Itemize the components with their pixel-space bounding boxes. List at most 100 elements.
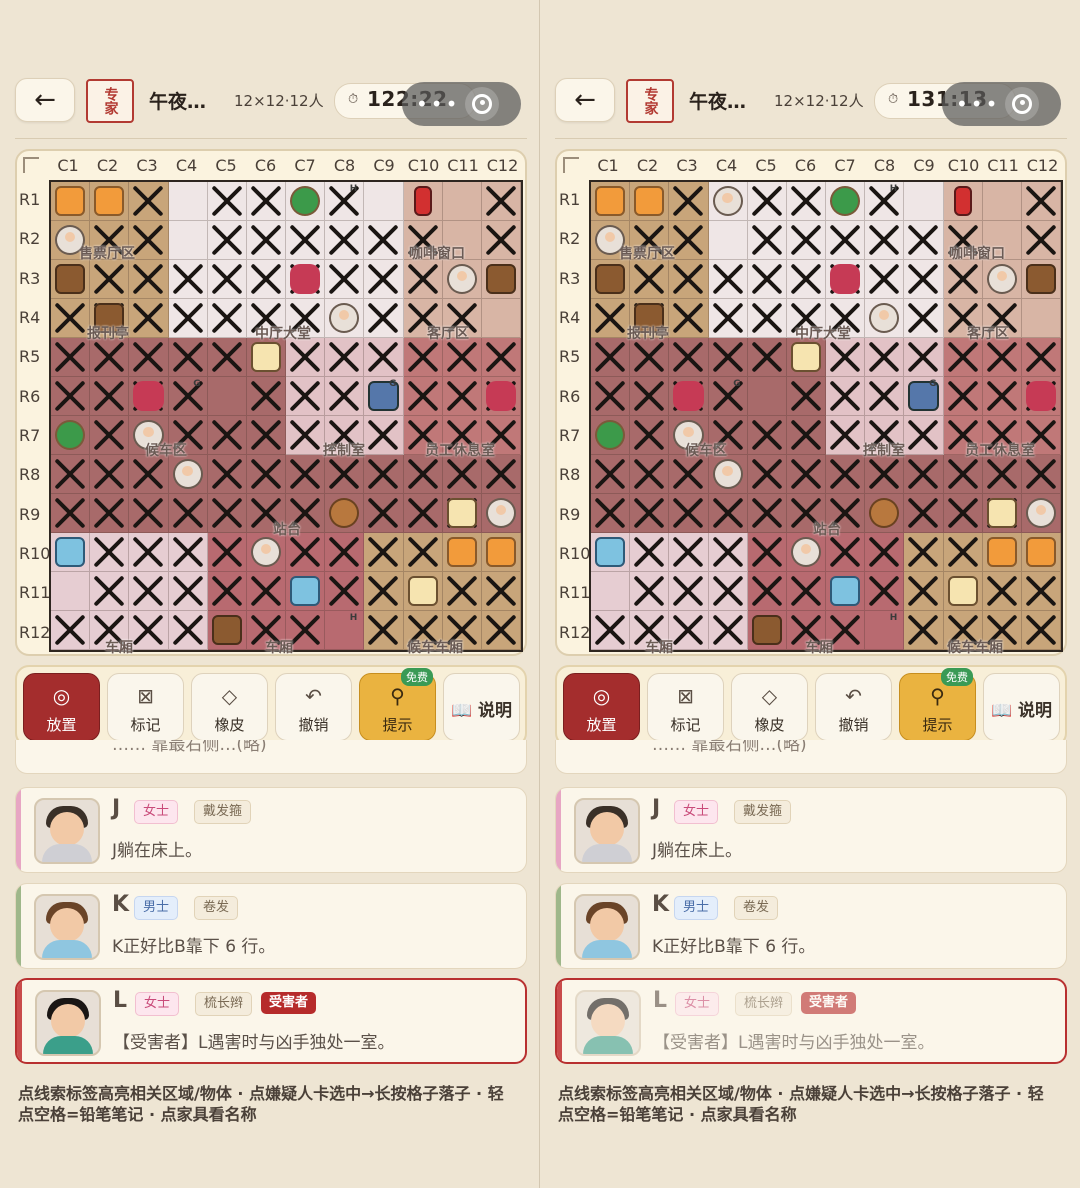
board-cell[interactable] xyxy=(246,260,286,299)
board-cell[interactable] xyxy=(1021,377,1061,416)
board-cell[interactable] xyxy=(669,494,709,533)
board-cell[interactable] xyxy=(708,299,748,338)
board-cell[interactable] xyxy=(591,611,631,650)
gender-tag[interactable]: 女士 xyxy=(134,800,179,824)
board-cell[interactable] xyxy=(129,260,169,299)
bed-icon[interactable] xyxy=(290,576,321,606)
avatar-icon[interactable] xyxy=(712,459,743,489)
board-cell[interactable] xyxy=(630,455,670,494)
board-cell[interactable] xyxy=(708,455,748,494)
avatar-icon[interactable] xyxy=(250,537,281,567)
board-cell[interactable] xyxy=(403,572,443,611)
trait-tag[interactable]: 卷发 xyxy=(194,896,239,920)
vending-icon[interactable] xyxy=(953,186,972,216)
board-cell[interactable] xyxy=(591,533,631,572)
board-cell[interactable] xyxy=(1021,494,1061,533)
avatar-icon[interactable] xyxy=(172,459,203,489)
board-cell[interactable] xyxy=(943,377,983,416)
board-cell[interactable] xyxy=(325,533,365,572)
board-cell[interactable] xyxy=(207,416,247,455)
board-cell[interactable] xyxy=(51,611,91,650)
board-cell[interactable] xyxy=(442,260,482,299)
board-cell[interactable]: G xyxy=(364,377,404,416)
board-cell[interactable] xyxy=(708,611,748,650)
board-cell[interactable] xyxy=(168,299,208,338)
board-cell[interactable] xyxy=(786,260,826,299)
board-cell[interactable] xyxy=(826,416,866,455)
board-cell[interactable] xyxy=(747,416,787,455)
board-cell[interactable] xyxy=(669,611,709,650)
board-cell[interactable]: G xyxy=(168,377,208,416)
board-cell[interactable] xyxy=(207,299,247,338)
board-cell[interactable] xyxy=(129,572,169,611)
board-cell[interactable] xyxy=(90,494,130,533)
lamp-icon[interactable] xyxy=(250,342,281,372)
eraser-button[interactable]: ◇ 橡皮 xyxy=(191,673,268,741)
table-icon[interactable] xyxy=(55,186,86,216)
board-cell[interactable] xyxy=(708,533,748,572)
table-icon[interactable] xyxy=(1025,537,1056,567)
undo-button[interactable]: ↶ 撤销 xyxy=(275,673,352,741)
board-cell[interactable] xyxy=(904,572,944,611)
board-cell[interactable] xyxy=(403,182,443,221)
board-cell[interactable] xyxy=(481,377,521,416)
board-cell[interactable] xyxy=(747,221,787,260)
shelf-icon[interactable] xyxy=(211,615,242,645)
board-cell[interactable] xyxy=(982,533,1022,572)
board-cell[interactable] xyxy=(904,611,944,650)
board-cell[interactable] xyxy=(865,299,905,338)
board-cell[interactable] xyxy=(51,182,91,221)
board-cell[interactable] xyxy=(591,338,631,377)
board-cell[interactable] xyxy=(403,377,443,416)
board-cell[interactable] xyxy=(325,338,365,377)
board-cell[interactable] xyxy=(364,533,404,572)
trait-tag[interactable]: 戴发箍 xyxy=(734,800,792,824)
clue-card-partial[interactable]: …… 靠最右侧…(略) xyxy=(15,740,527,774)
board-cell[interactable] xyxy=(364,494,404,533)
board-cell[interactable] xyxy=(786,455,826,494)
board-cell[interactable] xyxy=(904,533,944,572)
board-cell[interactable] xyxy=(364,299,404,338)
board-cell[interactable] xyxy=(481,572,521,611)
clue-card-j[interactable]: J 女士 戴发箍 J躺在床上。 xyxy=(555,787,1067,873)
bed-icon[interactable] xyxy=(595,537,626,567)
clue-card-j[interactable]: J 女士 戴发箍 J躺在床上。 xyxy=(15,787,527,873)
board-cell[interactable] xyxy=(286,416,326,455)
board-cell[interactable] xyxy=(591,182,631,221)
board-cell[interactable] xyxy=(904,416,944,455)
board-cell[interactable] xyxy=(1021,455,1061,494)
board-cell[interactable]: H xyxy=(325,182,365,221)
board-cell[interactable] xyxy=(246,182,286,221)
board-cell[interactable] xyxy=(325,455,365,494)
board-cell[interactable] xyxy=(786,416,826,455)
board-cell[interactable] xyxy=(904,260,944,299)
board-cell[interactable] xyxy=(481,611,521,650)
board-cell[interactable] xyxy=(865,377,905,416)
board-cell[interactable] xyxy=(403,533,443,572)
board-cell[interactable] xyxy=(129,182,169,221)
board-cell[interactable] xyxy=(442,533,482,572)
board-cell[interactable] xyxy=(1021,572,1061,611)
place-button[interactable]: ◎ 放置 xyxy=(563,673,640,741)
board-cell[interactable] xyxy=(786,338,826,377)
board-cell[interactable] xyxy=(325,299,365,338)
board-cell[interactable] xyxy=(129,338,169,377)
board-cell[interactable] xyxy=(826,572,866,611)
board-cell[interactable] xyxy=(630,416,670,455)
board-cell[interactable] xyxy=(747,338,787,377)
clue-card-l[interactable]: L 女士 梳长辫 受害者 【受害者】L遇害时与凶手独处一室。 xyxy=(15,978,527,1064)
board-cell[interactable] xyxy=(630,533,670,572)
board-cell[interactable] xyxy=(747,455,787,494)
board-cell[interactable] xyxy=(669,455,709,494)
board-cell[interactable] xyxy=(168,260,208,299)
board-cell[interactable] xyxy=(129,455,169,494)
board-cell[interactable] xyxy=(51,377,91,416)
place-button[interactable]: ◎ 放置 xyxy=(23,673,100,741)
avatar-icon[interactable] xyxy=(485,498,516,528)
board-cell[interactable] xyxy=(904,221,944,260)
board-cell[interactable] xyxy=(943,533,983,572)
plant-icon[interactable] xyxy=(595,420,626,450)
board-cell[interactable] xyxy=(207,611,247,650)
board-cell[interactable] xyxy=(286,221,326,260)
table-icon[interactable] xyxy=(986,537,1017,567)
